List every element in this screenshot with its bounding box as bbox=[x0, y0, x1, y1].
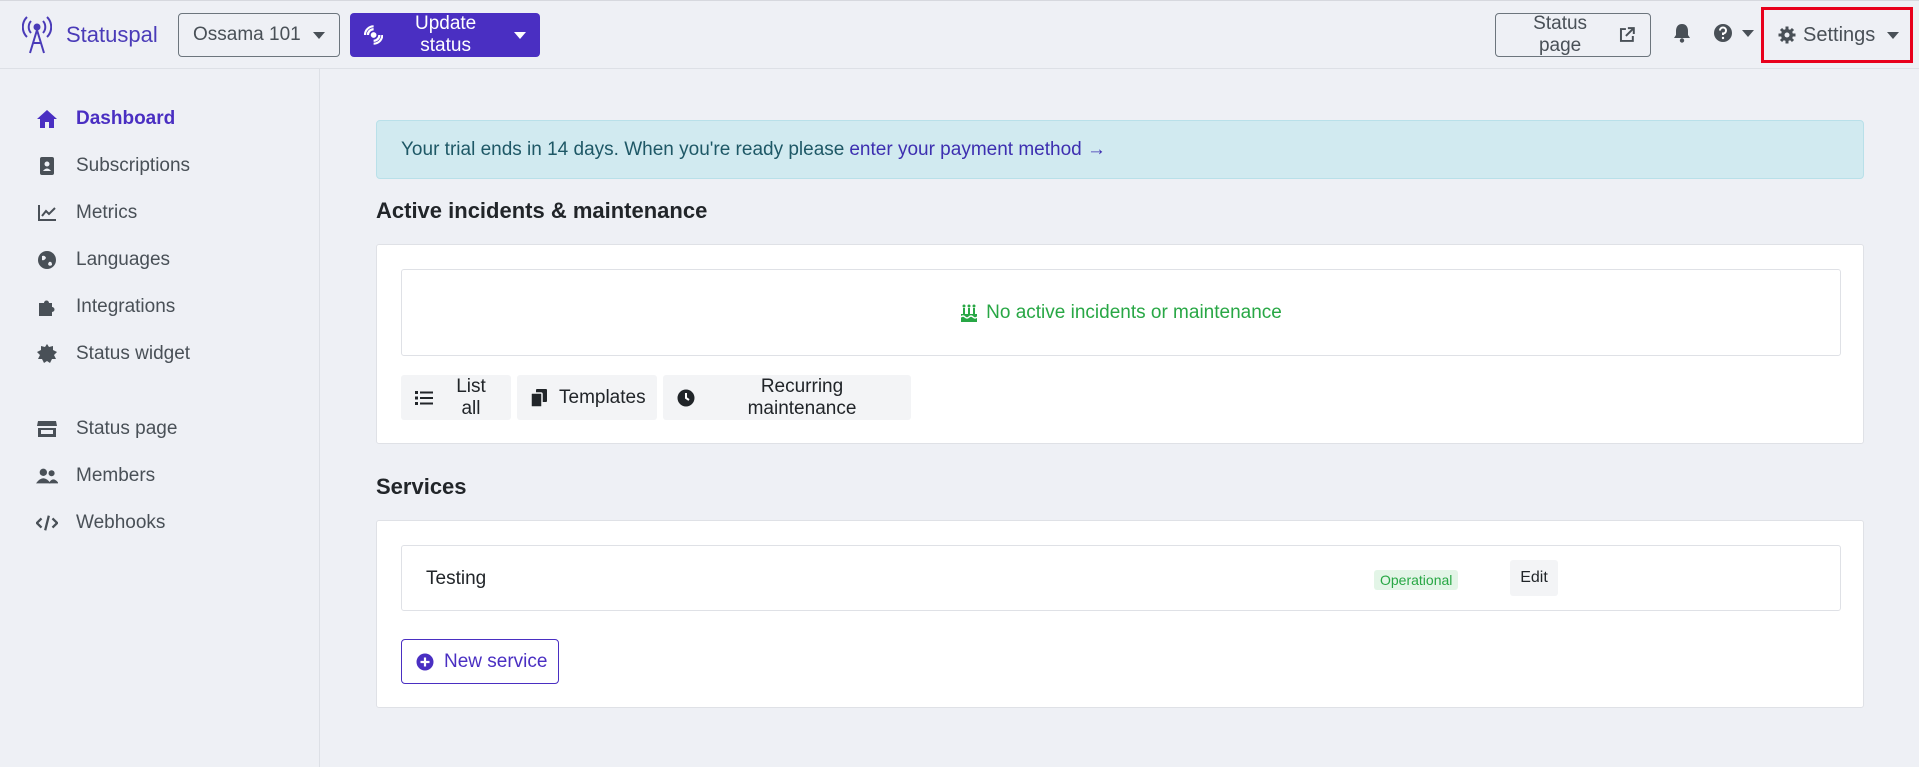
birthday-cake-icon bbox=[960, 304, 978, 322]
services-card: Testing Operational Edit New service bbox=[376, 520, 1864, 708]
sidebar-item-label: Metrics bbox=[76, 202, 138, 223]
list-icon bbox=[415, 390, 433, 406]
help-dropdown[interactable] bbox=[1713, 23, 1754, 43]
sidebar-item-label: Webhooks bbox=[76, 512, 166, 533]
templates-label: Templates bbox=[559, 386, 646, 408]
no-incidents-message: No active incidents or maintenance bbox=[401, 269, 1841, 356]
new-service-label: New service bbox=[444, 650, 548, 672]
globe-icon bbox=[36, 249, 58, 271]
broadcast-icon bbox=[364, 25, 384, 45]
copy-icon bbox=[531, 388, 547, 407]
top-navbar: Statuspal Ossama 101 Update status Statu… bbox=[0, 0, 1919, 69]
sidebar-item-label: Status page bbox=[76, 418, 178, 439]
services-section-title: Services bbox=[376, 474, 467, 499]
sidebar-item-members[interactable]: Members bbox=[36, 462, 155, 490]
incidents-card: No active incidents or maintenance List … bbox=[376, 244, 1864, 444]
edit-service-button[interactable]: Edit bbox=[1510, 560, 1558, 596]
external-link-icon bbox=[1620, 27, 1636, 42]
no-incidents-text: No active incidents or maintenance bbox=[986, 301, 1282, 323]
sidebar-item-label: Integrations bbox=[76, 296, 176, 317]
home-icon bbox=[36, 108, 58, 130]
sidebar-item-label: Subscriptions bbox=[76, 155, 191, 176]
chevron-down-icon bbox=[1742, 29, 1754, 37]
gear-icon bbox=[1778, 26, 1796, 44]
notifications-button[interactable] bbox=[1673, 23, 1691, 43]
sidebar-item-status-page[interactable]: Status page bbox=[36, 415, 177, 443]
update-status-label: Update status bbox=[414, 13, 477, 56]
status-page-label: Status page bbox=[1533, 13, 1588, 56]
sidebar-item-subscriptions[interactable]: Subscriptions bbox=[36, 152, 190, 180]
chevron-down-icon bbox=[514, 31, 526, 39]
settings-dropdown[interactable]: Settings bbox=[1761, 7, 1913, 63]
bell-icon bbox=[1674, 24, 1690, 43]
recurring-maintenance-label: Recurring maintenance bbox=[747, 375, 857, 419]
service-row: Testing Operational Edit bbox=[401, 545, 1841, 611]
sidebar-item-label: Members bbox=[76, 465, 156, 486]
payment-method-link[interactable]: enter your payment method → bbox=[849, 139, 1106, 161]
address-book-icon bbox=[36, 155, 58, 177]
users-icon bbox=[36, 465, 58, 487]
code-icon bbox=[36, 512, 58, 534]
new-service-button[interactable]: New service bbox=[401, 639, 559, 684]
incidents-section-title: Active incidents & maintenance bbox=[376, 198, 708, 223]
sidebar-item-languages[interactable]: Languages bbox=[36, 246, 170, 274]
question-circle-icon bbox=[1714, 24, 1732, 42]
chevron-down-icon bbox=[1887, 31, 1900, 39]
templates-button[interactable]: Templates bbox=[517, 375, 657, 420]
sidebar-item-metrics[interactable]: Metrics bbox=[36, 199, 137, 227]
sidebar-item-webhooks[interactable]: Webhooks bbox=[36, 509, 165, 537]
trial-alert-text: Your trial ends in 14 days. When you're … bbox=[401, 138, 845, 160]
brand-name: Statuspal bbox=[66, 22, 158, 47]
puzzle-icon bbox=[36, 296, 58, 318]
trial-alert: Your trial ends in 14 days. When you're … bbox=[376, 120, 1864, 179]
list-all-button[interactable]: List all bbox=[401, 375, 511, 420]
organization-name: Ossama 101 bbox=[193, 24, 301, 45]
recurring-maintenance-button[interactable]: Recurring maintenance bbox=[663, 375, 911, 420]
status-badge: Operational bbox=[1374, 570, 1459, 590]
sidebar-item-label: Status widget bbox=[76, 343, 191, 364]
service-name: Testing bbox=[426, 568, 487, 589]
sidebar-item-dashboard[interactable]: Dashboard bbox=[36, 105, 175, 133]
update-status-button[interactable]: Update status bbox=[350, 13, 540, 57]
organization-dropdown[interactable]: Ossama 101 bbox=[178, 13, 340, 57]
certificate-icon bbox=[36, 343, 58, 365]
broadcast-tower-icon bbox=[22, 16, 52, 54]
sidebar-item-integrations[interactable]: Integrations bbox=[36, 293, 175, 321]
list-all-label: List all bbox=[456, 375, 486, 419]
plus-circle-icon bbox=[416, 653, 434, 671]
brand-link[interactable]: Statuspal bbox=[22, 15, 158, 55]
chart-line-icon bbox=[36, 202, 58, 224]
chevron-down-icon bbox=[312, 31, 325, 39]
store-icon bbox=[36, 418, 58, 440]
sidebar-item-status-widget[interactable]: Status widget bbox=[36, 340, 190, 368]
status-page-button[interactable]: Status page bbox=[1495, 13, 1651, 57]
sidebar-item-label: Dashboard bbox=[76, 108, 176, 129]
sidebar-item-label: Languages bbox=[76, 249, 171, 270]
clock-icon bbox=[677, 389, 695, 407]
sidebar: Dashboard Subscriptions Metrics Language… bbox=[0, 69, 320, 767]
settings-label: Settings bbox=[1803, 23, 1876, 46]
